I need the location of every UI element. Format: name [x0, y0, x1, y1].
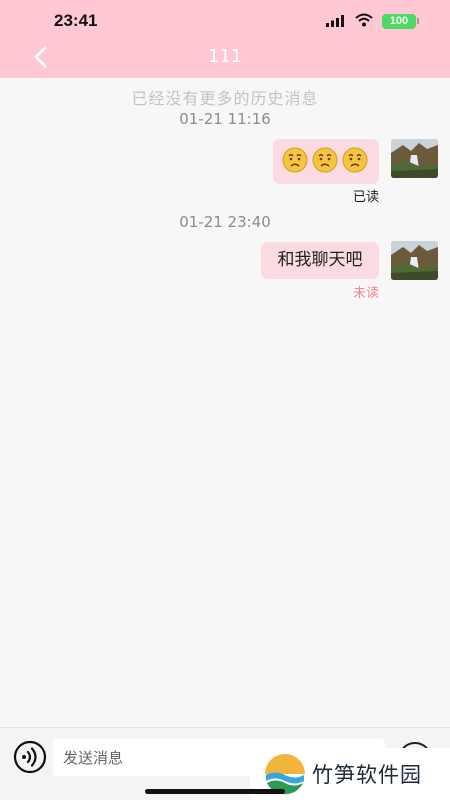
text-message-bubble[interactable]: 和我聊天吧 [261, 242, 379, 279]
signal-icon [326, 15, 344, 27]
confused-face-icon [342, 147, 368, 173]
unread-status: 未读 [352, 286, 379, 301]
voice-input-icon[interactable] [13, 740, 47, 774]
message-timestamp: 01-21 11:16 [179, 110, 271, 128]
confused-face-icon [312, 147, 338, 173]
read-status: 已读 [352, 190, 379, 205]
avatar[interactable] [391, 139, 438, 178]
avatar-landscape-image [391, 241, 438, 280]
chat-title: 111 [207, 46, 243, 67]
avatar-landscape-image [391, 139, 438, 178]
nav-header: 23:41 100 111 [0, 0, 450, 78]
emoji-message-bubble[interactable] [273, 139, 379, 184]
watermark-text: 竹笋软件园 [312, 763, 422, 787]
wifi-icon [355, 13, 373, 27]
no-more-history-label: 已经没有更多的历史消息 [131, 89, 319, 108]
message-text: 和我聊天吧 [277, 250, 363, 270]
confused-face-icon [282, 147, 308, 173]
battery-tip [417, 18, 419, 24]
battery-indicator: 100 [382, 14, 416, 29]
home-indicator [145, 789, 285, 794]
status-bar: 23:41 100 [0, 0, 450, 40]
avatar[interactable] [391, 241, 438, 280]
status-time: 23:41 [54, 11, 98, 30]
message-timestamp: 01-21 23:40 [179, 213, 271, 231]
